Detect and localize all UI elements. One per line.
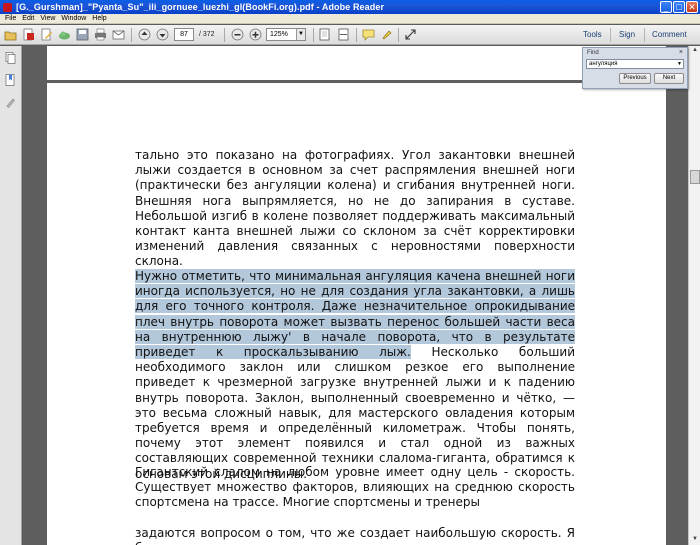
scroll-down-icon[interactable]: ▼ (690, 535, 700, 544)
paragraph-1: тально это показано на фотографиях. Угол… (135, 148, 575, 269)
create-pdf-icon[interactable] (22, 28, 35, 41)
highlight-icon[interactable] (380, 28, 393, 41)
find-input[interactable]: ангуляция ▼ (586, 59, 684, 69)
paragraph-2: Нужно отметить, что минимальная ангуляци… (135, 269, 575, 482)
next-page-icon[interactable] (156, 28, 169, 41)
chevron-down-icon[interactable]: ▼ (677, 60, 682, 68)
find-query: ангуляция (589, 61, 618, 67)
adobe-reader-icon (3, 2, 12, 12)
chevron-down-icon[interactable]: ▼ (296, 29, 305, 40)
toolbar-separator (131, 28, 132, 42)
comment-button[interactable]: Comment (652, 29, 687, 40)
zoom-select[interactable]: 125% ▼ (266, 28, 306, 41)
edit-icon[interactable] (40, 28, 53, 41)
scroll-thumb[interactable] (690, 170, 700, 184)
pdf-page: тально это показано на фотографиях. Угол… (47, 46, 666, 545)
next-button[interactable]: Next (654, 73, 684, 84)
page-break (47, 80, 666, 83)
menu-edit[interactable]: Edit (19, 14, 37, 23)
fit-page-icon[interactable] (318, 28, 331, 41)
prev-page-icon[interactable] (138, 28, 151, 41)
toolbar-separator (356, 28, 357, 42)
title-bar: [G._Gurshman]_"Pyanta_Su"_ili_gornuee_lu… (0, 0, 700, 14)
close-button[interactable]: ✕ (686, 1, 698, 13)
zoom-out-icon[interactable] (231, 28, 244, 41)
menu-help[interactable]: Help (89, 14, 109, 23)
previous-button[interactable]: Previous (619, 73, 651, 84)
cloud-icon[interactable] (58, 28, 71, 41)
maximize-button[interactable]: □ (673, 1, 685, 13)
find-panel: Find × ангуляция ▼ Previous Next (582, 47, 688, 89)
page-total: / 372 (199, 31, 215, 38)
window-controls: _ □ ✕ (660, 1, 698, 13)
menu-file[interactable]: File (2, 14, 19, 23)
sign-button[interactable]: Sign (619, 29, 635, 40)
zoom-in-icon[interactable] (249, 28, 262, 41)
print-icon[interactable] (94, 28, 107, 41)
toolbar: 87 / 372 125% ▼ Tools Sign Comment (0, 25, 700, 45)
toolbar-separator (224, 28, 225, 42)
menu-window[interactable]: Window (58, 14, 89, 23)
document-viewport[interactable]: тально это показано на фотографиях. Угол… (23, 46, 688, 545)
paragraph-2-rest: Несколько больший необходимого заклон ил… (135, 345, 575, 481)
open-icon[interactable] (4, 28, 17, 41)
pages-thumbnail-icon[interactable] (5, 52, 16, 64)
toolbar-separator (398, 28, 399, 42)
bookmarks-icon[interactable] (5, 74, 16, 86)
fit-width-icon[interactable] (337, 28, 350, 41)
email-icon[interactable] (112, 28, 125, 41)
close-icon[interactable]: × (679, 49, 683, 56)
menu-view[interactable]: View (37, 14, 58, 23)
toolbar-separator (644, 28, 645, 42)
toolbar-separator (313, 28, 314, 42)
save-icon[interactable] (76, 28, 89, 41)
paragraph-4: задаются вопросом о том, что же создает … (135, 526, 575, 545)
tools-button[interactable]: Tools (583, 29, 602, 40)
signatures-icon[interactable] (5, 96, 16, 108)
expand-icon[interactable] (404, 28, 417, 41)
page-number-input[interactable]: 87 (174, 28, 194, 41)
scroll-up-icon[interactable]: ▲ (690, 46, 700, 55)
vertical-scrollbar[interactable]: ▲ ▼ (688, 46, 700, 545)
paragraph-3: Гигантский слалом на любом уровне имеет … (135, 465, 575, 510)
find-label: Find (587, 50, 599, 56)
window-title: [G._Gurshman]_"Pyanta_Su"_ili_gornuee_lu… (16, 2, 385, 12)
minimize-button[interactable]: _ (660, 1, 672, 13)
menu-bar: File Edit View Window Help (0, 14, 700, 24)
toolbar-separator (610, 28, 611, 42)
navigation-pane (0, 46, 22, 545)
comment-icon[interactable] (362, 28, 375, 41)
zoom-value: 125% (270, 31, 288, 38)
